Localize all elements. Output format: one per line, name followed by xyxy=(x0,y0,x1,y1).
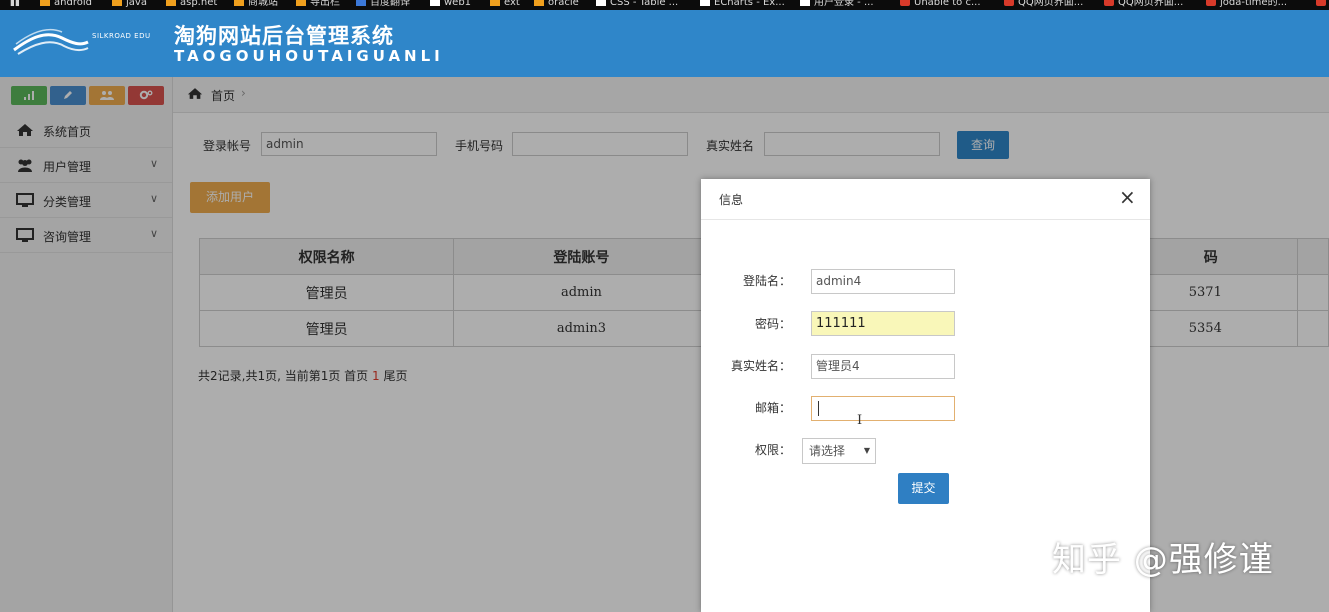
bookmark-item[interactable]: ext xyxy=(490,0,520,10)
bookmark-item[interactable]: asp.net xyxy=(166,0,217,10)
app-header: SILKROAD EDU 淘狗网站后台管理系统 TAOGOUHOUTAIGUAN… xyxy=(0,10,1329,77)
dialog-header: 信息 × xyxy=(701,179,1150,220)
bookmark-label: 商城站 xyxy=(248,0,278,8)
folder-icon xyxy=(112,0,122,6)
bookmark-item[interactable]: 用户登录 - ... xyxy=(800,0,874,10)
bookmark-item[interactable]: ECharts - Ex... xyxy=(700,0,785,10)
folder-icon xyxy=(166,0,176,6)
folder-icon xyxy=(296,0,306,6)
bookmark-label: CSS - Table ... xyxy=(610,0,679,8)
login-name-label: 登陆名： xyxy=(742,274,791,288)
bookmark-label: QQ网页界面... xyxy=(1018,0,1084,8)
folder-icon xyxy=(534,0,544,6)
email-input[interactable] xyxy=(811,396,955,421)
red-page-icon xyxy=(1206,0,1216,6)
page-icon xyxy=(800,0,810,6)
submit-button[interactable]: 提交 xyxy=(898,473,949,504)
bookmark-label: QQ网页界面... xyxy=(1118,0,1184,8)
bookmark-label: ECharts - Ex... xyxy=(714,0,785,8)
bookmark-label: oracle xyxy=(548,0,579,8)
page-icon xyxy=(596,0,606,6)
ibeam-cursor-icon: I xyxy=(857,413,863,428)
bookmark-item[interactable]: QQ网页界面... xyxy=(1104,0,1183,10)
bookmark-label: asp.net xyxy=(180,0,218,8)
red-page-icon xyxy=(1104,0,1114,6)
bookmark-item[interactable]: CSS - Table ... xyxy=(596,0,678,10)
bookmark-item[interactable]: web1 xyxy=(430,0,471,10)
bookmark-item[interactable]: 商城站 xyxy=(234,0,278,10)
system-subtitle: TAOGOUHOUTAIGUANLI xyxy=(174,47,444,65)
bookmark-item[interactable]: oracle xyxy=(534,0,579,10)
folder-icon xyxy=(234,0,244,6)
translate-icon xyxy=(356,0,366,6)
bookmark-label: joda-time的... xyxy=(1220,0,1288,8)
logo-wave-icon xyxy=(13,28,89,55)
email-label: 邮箱： xyxy=(754,401,791,415)
bookmark-label: android xyxy=(54,0,92,8)
dropdown-arrow-icon: ▼ xyxy=(863,446,870,455)
bookmark-label: ext xyxy=(504,0,520,8)
bookmark-item[interactable]: Unable to c... xyxy=(900,0,981,10)
login-name-input[interactable]: admin4 xyxy=(811,269,955,294)
bookmark-item[interactable]: android xyxy=(40,0,92,10)
red-page-icon xyxy=(1004,0,1014,6)
bookmark-item[interactable]: joda-time的... xyxy=(1206,0,1287,10)
role-label: 权限： xyxy=(754,443,791,457)
red-page-icon xyxy=(900,0,910,6)
bookmark-label: java xyxy=(126,0,147,8)
bookmark-item[interactable]: java xyxy=(112,0,147,10)
password-label: 密码： xyxy=(754,317,791,331)
bookmark-item[interactable]: QQ网页界面... xyxy=(1004,0,1083,10)
folder-icon xyxy=(40,0,50,6)
system-title: 淘狗网站后台管理系统 xyxy=(174,24,394,48)
bookmark-label: web1 xyxy=(444,0,472,8)
bookmark-label: 百度翻译 xyxy=(370,0,410,8)
folder-icon xyxy=(490,0,500,6)
logo-text: SILKROAD EDU xyxy=(92,32,151,40)
real-name-label: 真实姓名： xyxy=(730,359,791,373)
bookmark-overflow[interactable] xyxy=(1316,0,1329,10)
bookmark-item[interactable]: 导出栏 xyxy=(296,0,340,10)
bookmark-label: 导出栏 xyxy=(310,0,340,8)
password-input[interactable]: 111111 xyxy=(811,311,955,336)
bookmarks-bar: ▮▮ android java asp.net 商城站 导出栏 百度翻译 web… xyxy=(0,0,1329,10)
red-page-icon xyxy=(1316,0,1326,6)
watermark: 知乎 @强修谨 xyxy=(1052,540,1274,580)
page-icon xyxy=(700,0,710,6)
page-icon xyxy=(430,0,440,6)
dialog-title: 信息 xyxy=(719,193,744,207)
role-selected-value: 请选择 xyxy=(809,444,846,458)
bookmark-label: 用户登录 - ... xyxy=(814,0,874,8)
bookmark-item[interactable]: 百度翻译 xyxy=(356,0,410,10)
text-caret xyxy=(818,401,819,416)
apps-icon[interactable]: ▮▮ xyxy=(10,0,20,10)
bookmark-label: Unable to c... xyxy=(914,0,981,8)
close-icon[interactable]: × xyxy=(1119,187,1136,207)
role-select[interactable]: 请选择 ▼ xyxy=(802,438,876,464)
real-name-input[interactable]: 管理员4 xyxy=(811,354,955,379)
